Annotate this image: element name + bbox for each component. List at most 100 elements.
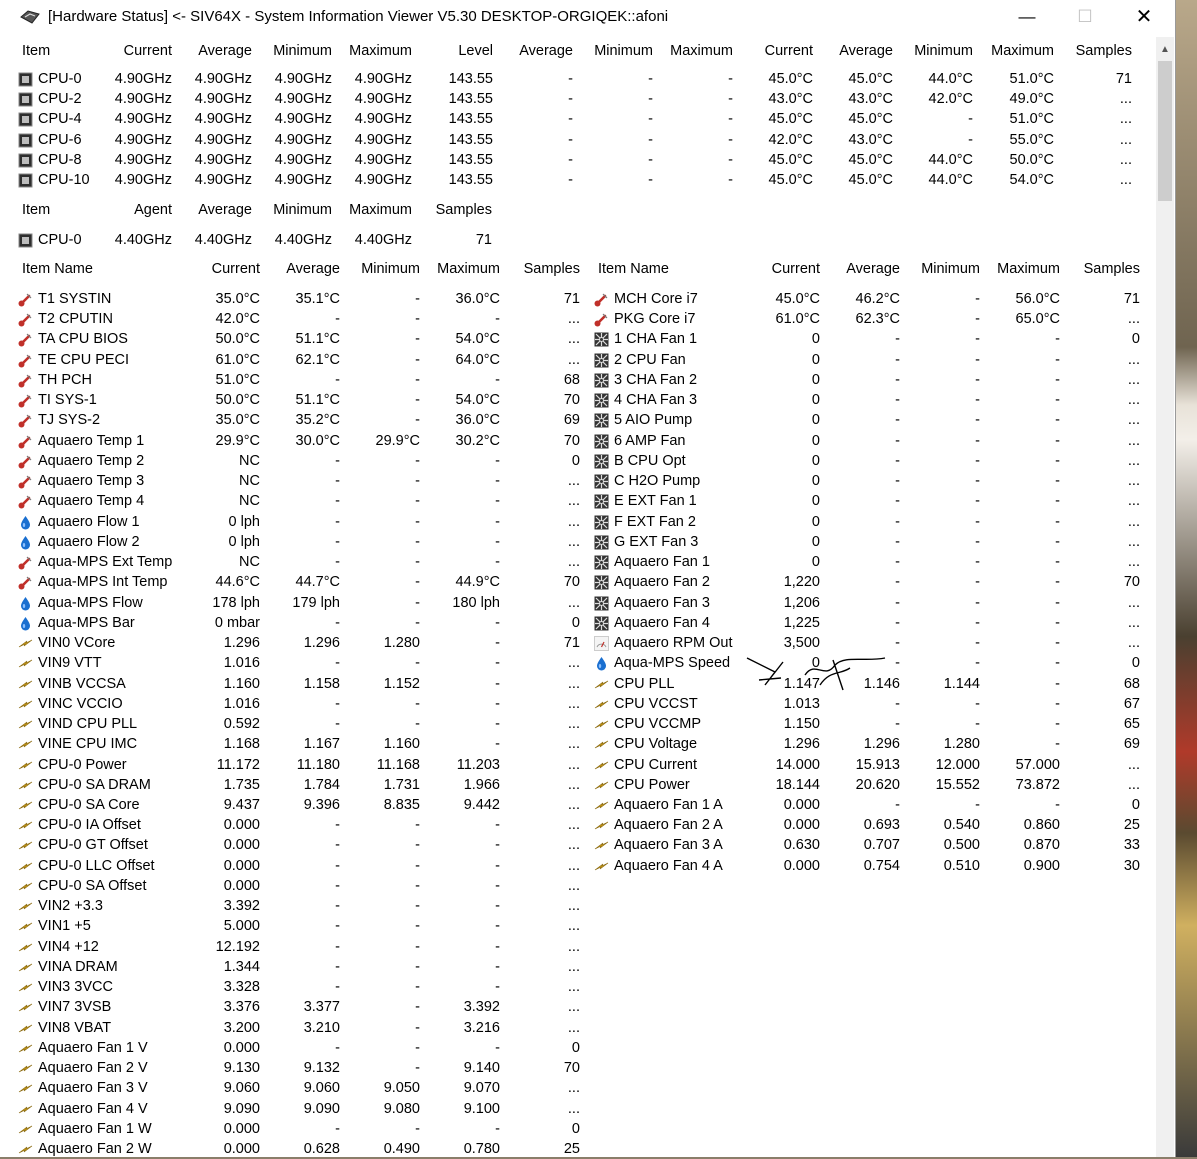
column-header[interactable]: Current — [180, 259, 260, 279]
value-cell: 0 — [811, 554, 820, 571]
fan-icon — [594, 454, 609, 469]
value-cell: - — [495, 311, 500, 328]
title-bar[interactable]: [Hardware Status] <- SIV64X - System Inf… — [0, 0, 1175, 34]
column-header[interactable]: Minimum — [340, 259, 420, 279]
item-name: TE CPU PECI — [38, 351, 130, 368]
lightning-icon — [18, 737, 33, 752]
column-header[interactable]: Item — [22, 41, 50, 61]
column-header[interactable]: Minimum — [573, 41, 653, 61]
column-header[interactable]: Samples — [412, 200, 492, 220]
column-header[interactable]: Average — [493, 41, 573, 61]
value-cell: ... — [567, 898, 580, 915]
value-cell: - — [1055, 797, 1060, 813]
value-cell: 62.3°C — [855, 311, 901, 328]
value-cell: - — [1055, 513, 1060, 530]
value-cell: 42.0°C — [928, 91, 974, 108]
column-header[interactable]: Maximum — [973, 41, 1054, 61]
column-header[interactable]: Agent — [92, 200, 172, 220]
value-cell: - — [975, 635, 980, 652]
value-cell: 61.0°C — [775, 311, 821, 328]
column-header[interactable]: Average — [820, 259, 900, 279]
value-cell: 71 — [1123, 291, 1140, 307]
value-cell: - — [1055, 716, 1060, 733]
value-cell: ... — [567, 351, 580, 368]
column-header[interactable]: Item Name — [598, 259, 669, 279]
value-cell: - — [728, 111, 733, 128]
value-cell: ... — [1119, 111, 1132, 128]
value-cell: 0 — [811, 452, 820, 469]
value-cell: - — [495, 938, 500, 955]
value-cell: - — [895, 473, 900, 490]
scrollbar-thumb[interactable] — [1158, 61, 1172, 201]
gauge-icon — [594, 636, 609, 652]
column-header[interactable]: Maximum — [332, 200, 412, 220]
fan-icon — [594, 413, 609, 428]
column-header[interactable]: Average — [813, 41, 893, 61]
maximize-button[interactable]: ☐ — [1056, 0, 1114, 34]
value-cell: - — [415, 614, 420, 631]
value-cell: 0 — [811, 351, 820, 368]
value-cell: - — [335, 655, 340, 672]
column-header[interactable]: Level — [412, 41, 493, 61]
item-name: VIND CPU PLL — [38, 716, 138, 733]
cpu-chip-icon — [18, 72, 33, 87]
column-header[interactable]: Maximum — [980, 259, 1060, 279]
fan-icon — [594, 332, 609, 347]
value-cell: 0 — [811, 331, 820, 348]
value-cell: 29.9°C — [215, 432, 261, 449]
value-cell: - — [728, 131, 733, 148]
cpu-chip-icon — [18, 112, 33, 127]
value-cell: - — [335, 898, 340, 915]
column-header[interactable]: Current — [92, 41, 172, 61]
vertical-scrollbar[interactable]: ▲ — [1156, 37, 1174, 1157]
column-header[interactable]: Minimum — [893, 41, 973, 61]
value-cell: 25 — [563, 1141, 580, 1158]
item-name: CPU-0 SA Offset — [38, 877, 147, 894]
column-header[interactable]: Average — [260, 259, 340, 279]
value-cell: ... — [567, 736, 580, 753]
value-cell: - — [1055, 432, 1060, 449]
value-cell: 43.0°C — [848, 91, 894, 108]
value-cell: 1,225 — [783, 614, 820, 631]
column-header[interactable]: Samples — [500, 259, 580, 279]
lightning-icon — [18, 818, 33, 833]
item-name: Aquaero Fan 2 — [614, 574, 710, 591]
column-header[interactable]: Minimum — [252, 41, 332, 61]
scroll-up-arrow-icon[interactable]: ▲ — [1156, 43, 1174, 57]
value-cell: - — [648, 91, 653, 108]
item-name: Aquaero Temp 2 — [38, 452, 145, 469]
value-cell: ... — [567, 1080, 580, 1097]
column-header[interactable]: Samples — [1060, 259, 1140, 279]
column-header[interactable]: Current — [740, 259, 820, 279]
value-cell: 4.90GHz — [354, 91, 412, 108]
value-cell: - — [968, 131, 973, 148]
column-header[interactable]: Maximum — [332, 41, 412, 61]
column-header[interactable]: Average — [172, 41, 252, 61]
column-header[interactable]: Maximum — [420, 259, 500, 279]
minimize-button[interactable]: — — [998, 0, 1056, 34]
value-cell: - — [975, 513, 980, 530]
fan-icon — [594, 393, 609, 408]
value-cell: - — [895, 331, 900, 348]
column-header[interactable]: Item Name — [22, 259, 93, 279]
column-header[interactable]: Samples — [1054, 41, 1132, 61]
desktop-background — [1175, 0, 1197, 1157]
value-cell: - — [335, 554, 340, 571]
value-cell: - — [415, 1019, 420, 1036]
value-cell: - — [1055, 331, 1060, 348]
column-header[interactable]: Item — [22, 200, 50, 220]
value-cell: - — [335, 614, 340, 631]
close-button[interactable]: ✕ — [1115, 0, 1173, 34]
value-cell: ... — [1127, 371, 1140, 388]
column-header[interactable]: Average — [172, 200, 252, 220]
value-cell: 4.90GHz — [274, 71, 332, 87]
value-cell: - — [495, 958, 500, 975]
column-header[interactable]: Minimum — [252, 200, 332, 220]
lightning-icon — [594, 838, 609, 853]
item-name: CPU-0 LLC Offset — [38, 857, 155, 874]
column-header[interactable]: Current — [733, 41, 813, 61]
value-cell: ... — [567, 675, 580, 692]
fan-icon — [594, 535, 609, 550]
column-header[interactable]: Maximum — [653, 41, 733, 61]
column-header[interactable]: Minimum — [900, 259, 980, 279]
